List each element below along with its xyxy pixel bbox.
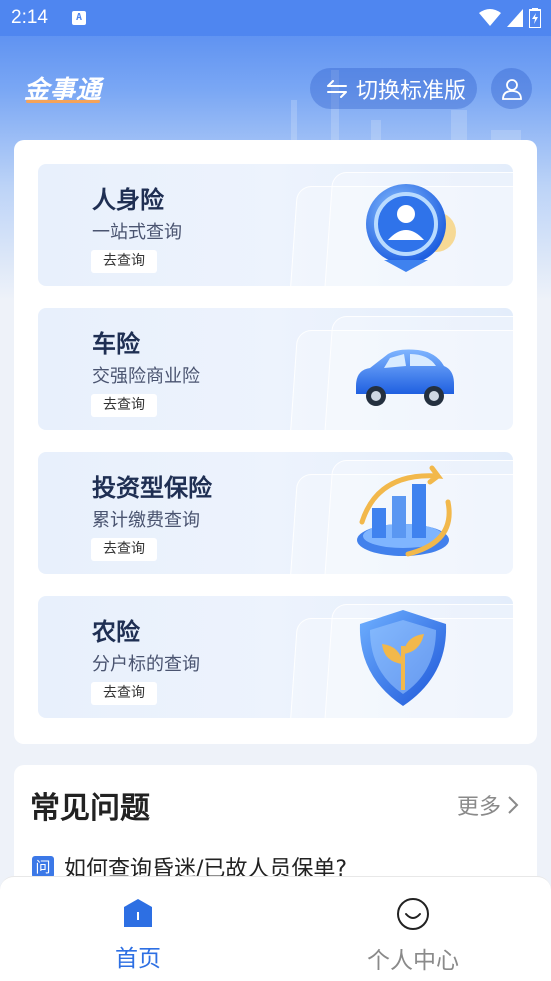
- logo-accent: [26, 100, 100, 103]
- faq-more-link[interactable]: 更多: [457, 789, 519, 821]
- chevron-right-icon: [508, 796, 519, 814]
- battery-icon: [529, 8, 541, 28]
- smile-face-icon: [397, 898, 429, 930]
- person-shield-icon: [366, 184, 456, 272]
- plant-shield-icon: [359, 610, 447, 706]
- status-icons: [479, 8, 541, 28]
- car-icon: [356, 349, 454, 406]
- app-screen: 2:14 A 金事通 切换标准版 人身险 一站式查询 去查询 车险 交强险商业险…: [0, 0, 551, 981]
- profile-button[interactable]: [491, 68, 532, 109]
- card-investment-insurance[interactable]: 投资型保险 累计缴费查询 去查询: [38, 452, 513, 574]
- query-button[interactable]: 去查询: [91, 682, 157, 705]
- status-time: 2:14: [11, 7, 48, 28]
- query-button[interactable]: 去查询: [91, 538, 157, 561]
- card-title: 投资型保险: [92, 474, 212, 502]
- switch-label: 切换标准版: [356, 78, 467, 104]
- notification-icon: A: [72, 11, 86, 25]
- tab-home-label: 首页: [115, 946, 161, 972]
- faq-title: 常见问题: [30, 791, 150, 826]
- signal-icon: [507, 9, 523, 27]
- question-badge: 问: [32, 856, 54, 878]
- home-icon: [124, 899, 152, 927]
- tab-personal-center[interactable]: 个人中心: [343, 897, 483, 975]
- card-title: 人身险: [92, 186, 164, 214]
- card-car-insurance[interactable]: 车险 交强险商业险 去查询: [38, 308, 513, 430]
- swap-arrows-icon: [327, 79, 347, 98]
- card-life-insurance[interactable]: 人身险 一站式查询 去查询: [38, 164, 513, 286]
- user-icon: [501, 78, 522, 100]
- tab-home[interactable]: 首页: [68, 897, 208, 973]
- insurance-categories-panel: 人身险 一站式查询 去查询 车险 交强险商业险 去查询 投资型保险 累计缴费查询…: [14, 140, 537, 744]
- card-subtitle: 一站式查询: [92, 222, 182, 243]
- wifi-icon: [479, 9, 501, 26]
- tab-personal-center-label: 个人中心: [367, 948, 459, 974]
- growth-chart-icon: [357, 465, 452, 557]
- card-subtitle: 累计缴费查询: [92, 510, 200, 531]
- card-title: 农险: [92, 618, 140, 646]
- query-button[interactable]: 去查询: [91, 394, 157, 417]
- card-subtitle: 分户标的查询: [92, 654, 200, 675]
- more-label: 更多: [456, 795, 501, 820]
- card-subtitle: 交强险商业险: [92, 366, 200, 387]
- card-agricultural-insurance[interactable]: 农险 分户标的查询 去查询: [38, 596, 513, 718]
- bottom-tab-bar: 首页 个人中心: [0, 876, 551, 981]
- query-button[interactable]: 去查询: [91, 250, 157, 273]
- card-title: 车险: [92, 330, 140, 358]
- switch-standard-version-button[interactable]: 切换标准版: [310, 68, 477, 109]
- status-bar: 2:14 A: [0, 0, 551, 36]
